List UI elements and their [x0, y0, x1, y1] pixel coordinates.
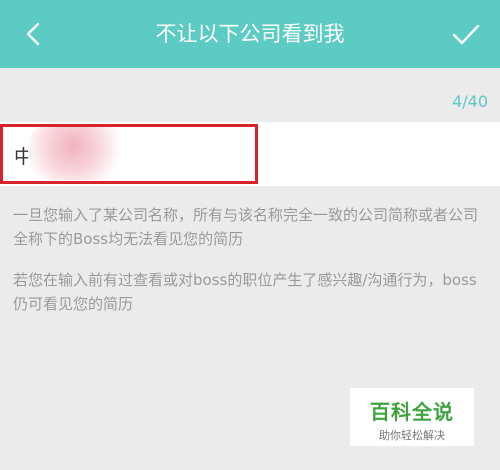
check-icon — [452, 24, 480, 45]
confirm-button[interactable] — [448, 18, 484, 50]
page-title: 不让以下公司看到我 — [155, 22, 345, 46]
description-paragraph-2: 若您在输入前有过查看或对boss的职位产生了感兴趣/沟通行为，boss仍可看见您… — [13, 271, 477, 313]
company-name-input[interactable]: 中 — [0, 122, 500, 186]
character-counter: 4/40 — [452, 92, 488, 111]
watermark-sub-text: 助你轻松解决 — [379, 429, 445, 442]
redaction-blur — [28, 124, 128, 180]
description-paragraph-1: 一旦您输入了某公司名称，所有与该名称完全一致的公司简称或者公司全称下的Boss均… — [13, 206, 479, 248]
watermark-main-text: 百科全说 — [370, 400, 454, 424]
top-bar: 不让以下公司看到我 — [0, 0, 500, 68]
watermark-logo: 百科全说 助你轻松解决 — [350, 388, 474, 446]
